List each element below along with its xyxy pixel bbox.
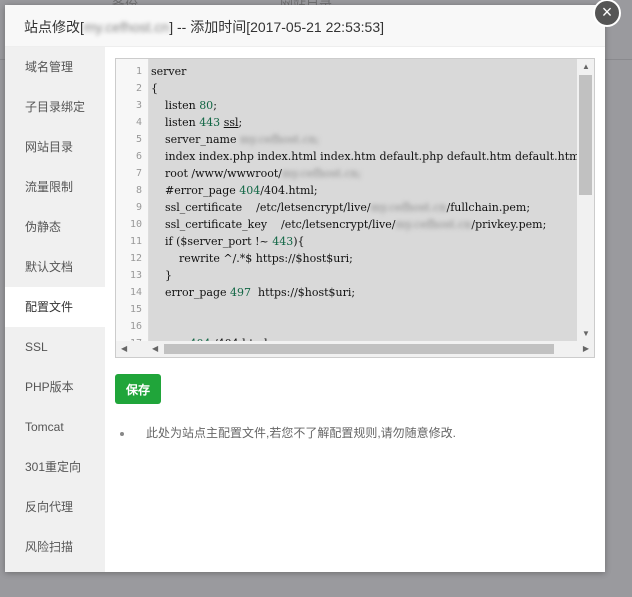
tip-item: 此处为站点主配置文件,若您不了解配置规则,请勿随意修改. [120,424,456,441]
modal-title: 站点修改[my.cefhost.cn] -- 添加时间[2017-05-21 2… [5,5,605,47]
code-token: https://$host$uri; [251,286,356,299]
code-token: ){ [293,235,305,248]
bullet-icon [120,431,124,436]
code-token: 443 [272,235,294,248]
code-token: ; [238,116,243,129]
scroll-left-icon[interactable]: ◀ [152,344,158,353]
code-token: listen [151,116,200,129]
line-number: 1 [135,66,142,77]
code-token: { [151,82,158,95]
code-token: } [151,269,172,282]
line-number: 8 [135,185,142,196]
code-token: error_page [151,286,231,299]
horizontal-scrollbar[interactable]: ◀ ◀ ▶ [116,341,594,357]
code-line: } [149,267,577,284]
sidebar-item[interactable]: 伪静态 [5,207,105,247]
line-number: 9 [135,202,142,213]
sidebar-item[interactable]: 域名管理 [5,47,105,87]
code-token: ssl [223,116,239,129]
code-token: 497 [230,286,252,299]
line-number: 7 [135,168,142,179]
sidebar-item[interactable]: 流量限制 [5,167,105,207]
sidebar: 域名管理 子目录绑定 网站目录 流量限制 伪静态 默认文档 配置文件 SSL PHP版本 Tomc… [5,47,105,572]
line-number: 4 [135,117,142,128]
title-domain: my.cefhost.cn [83,19,170,35]
code-token: server [151,65,187,78]
code-token: index index.php index.html index.htm def… [151,150,577,163]
code-token: ssl_certificate /etc/letsencrypt/live/ [151,201,371,214]
code-token: listen [151,99,200,112]
code-token: ; [213,99,217,112]
code-token: 80 [199,99,214,112]
sidebar-item[interactable]: 301重定向 [5,447,105,487]
line-number: 16 [129,321,142,332]
code-token: 443 [199,116,221,129]
code-token: /404.html; [260,184,318,197]
title-suffix: ] -- 添加时间[2017-05-21 22:53:53] [169,19,384,35]
code-line: ssl_certificate /etc/letsencrypt/live/my… [149,199,577,216]
code-token: rewrite ^/.*$ https://$host$uri; [151,252,353,265]
sidebar-item[interactable]: Tomcat [5,407,105,447]
sidebar-item[interactable]: 网站目录 [5,127,105,167]
sidebar-item[interactable]: PHP版本 [5,367,105,407]
code-line: { [149,80,577,97]
code-line: ssl_certificate_key /etc/letsencrypt/liv… [149,216,577,233]
line-number: 14 [129,287,142,298]
title-prefix: 站点修改[ [24,19,84,35]
code-line: index index.php index.html index.htm def… [149,148,577,165]
code-token: my.cefhost.cn; [239,133,320,146]
code-token: #error_page [151,184,240,197]
close-icon[interactable]: × [593,0,621,27]
code-line: listen 80; [149,97,577,114]
code-token: ssl_certificate_key /etc/letsencrypt/liv… [151,218,396,231]
code-token: my.cefhost.cn [395,218,472,231]
code-line: server_name my.cefhost.cn; [149,131,577,148]
code-token: my.cefhost.cn [370,201,447,214]
site-edit-modal: 站点修改[my.cefhost.cn] -- 添加时间[2017-05-21 2… [5,0,621,572]
code-area[interactable]: server { listen 80; listen 443 ssl; serve… [149,59,577,341]
code-token: 404 [239,184,261,197]
code-line: error_page 497 https://$host$uri; [149,284,577,301]
scroll-right-icon[interactable]: ▶ [583,344,589,353]
code-token: server_name [151,133,240,146]
line-number: 13 [129,270,142,281]
code-token: if ($server_port !~ [151,235,273,248]
line-number: 11 [129,236,142,247]
code-line: #error_page 404/404.html; [149,182,577,199]
sidebar-item[interactable]: SSL [5,327,105,367]
vertical-scroll-thumb[interactable] [579,75,592,195]
sidebar-item[interactable]: 风险扫描 [5,527,105,567]
code-line: root /www/wwwroot/my.cefhost.cn; [149,165,577,182]
line-number: 3 [135,100,142,111]
line-number: 10 [129,219,142,230]
tip-text: 此处为站点主配置文件,若您不了解配置规则,请勿随意修改. [146,426,457,440]
sidebar-item[interactable]: 默认文档 [5,247,105,287]
config-editor[interactable]: 1234567891011121314151617 server{ listen… [115,58,595,358]
line-numbers: 1234567891011121314151617 [116,59,149,349]
scroll-left-icon[interactable]: ◀ [121,344,127,353]
code-line: rewrite ^/.*$ https://$host$uri; [149,250,577,267]
scroll-down-icon[interactable]: ▼ [582,329,590,338]
code-line: listen 443 ssl; [149,114,577,131]
horizontal-scroll-thumb[interactable] [164,344,554,354]
line-number: 15 [129,304,142,315]
sidebar-item[interactable]: 反向代理 [5,487,105,527]
code-token: /privkey.pem; [471,218,547,231]
code-token: /fullchain.pem; [446,201,531,214]
code-token: root /www/wwwroot/ [151,167,282,180]
sidebar-item[interactable]: 配置文件 [5,287,105,327]
save-button[interactable]: 保存 [115,374,161,404]
sidebar-item[interactable]: 子目录绑定 [5,87,105,127]
line-number: 5 [135,134,142,145]
code-token: my.cefhost.cn; [281,167,362,180]
line-number: 6 [135,151,142,162]
line-number: 2 [135,83,142,94]
code-line: server [149,63,577,80]
scroll-up-icon[interactable]: ▲ [582,62,590,71]
line-number: 12 [129,253,142,264]
code-line: if ($server_port !~ 443){ [149,233,577,250]
vertical-scrollbar[interactable]: ▲ ▼ [577,59,594,341]
